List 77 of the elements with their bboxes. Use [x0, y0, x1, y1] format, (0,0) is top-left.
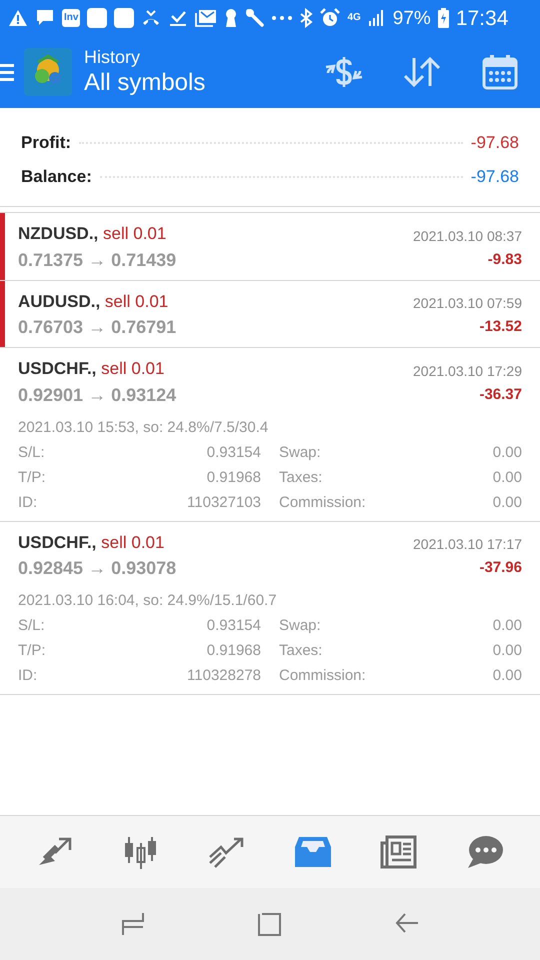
download-done-icon: [168, 9, 188, 27]
detail-label: Swap:: [279, 442, 321, 462]
keyhole-icon: [224, 8, 238, 28]
trade-profit: -13.52: [479, 317, 522, 338]
detail-label: ID:: [18, 492, 38, 512]
newspaper-icon: [379, 835, 419, 869]
network-type-label: 4G: [347, 13, 361, 23]
detail-value: 0.00: [492, 641, 522, 661]
detail-value: 0.00: [492, 492, 522, 512]
detail-label: ID:: [18, 666, 38, 686]
trade-row[interactable]: USDCHF., sell 0.01 2021.03.10 17:17 0.92845 → 0.93078 -37.96 2021.03.10 16:04, so: 24.9%/15.1/60.7 S/L: 0.93154 Swap: 0.00 T/P: 0.91968 Taxes: 0.00 ID: 110328278 Commission: 0.00: [0, 522, 540, 695]
mail-icon: [195, 9, 218, 27]
calendar-button[interactable]: [480, 52, 520, 92]
detail-label: S/L:: [18, 442, 46, 462]
trade-close-time: 2021.03.10 08:37: [413, 226, 522, 246]
trade-row[interactable]: AUDUSD., sell 0.01 2021.03.10 07:59 0.76703 → 0.76791 -13.52: [0, 280, 540, 348]
missed-call-icon: [141, 9, 162, 27]
trade-close-time: 2021.03.10 07:59: [413, 294, 522, 313]
detail-label: T/P:: [18, 641, 47, 661]
detail-value: 0.91968: [206, 641, 261, 661]
inbox-icon: [293, 835, 333, 869]
warning-icon: [8, 9, 28, 27]
detail-label: Taxes:: [279, 468, 322, 488]
detail-value: 110327103: [186, 492, 261, 512]
trade-row[interactable]: NZDUSD., sell 0.01 2021.03.10 08:37 0.71375 → 0.71439 -9.83: [0, 213, 540, 280]
battery-percentage: 97%: [392, 8, 431, 28]
summary-label: Balance:: [21, 166, 92, 188]
summary-value: -97.68: [470, 132, 519, 154]
chat-bubble-icon: [465, 835, 505, 869]
detail-value: 0.00: [492, 442, 522, 462]
alarm-clock-icon: [320, 8, 340, 28]
detail-value: 0.93154: [206, 442, 261, 462]
message-icon: [35, 9, 55, 27]
toolbar-title: All symbols: [84, 68, 206, 98]
trade-title: AUDUSD., sell 0.01: [18, 290, 168, 312]
detail-label: Taxes:: [279, 641, 322, 661]
home-icon[interactable]: [256, 911, 283, 937]
notification-icon: [87, 8, 108, 28]
trade-close-time: 2021.03.10 17:29: [413, 362, 522, 380]
detail-label: S/L:: [18, 616, 46, 636]
trade-open-info: 2021.03.10 15:53, so: 24.8%/7.5/30.4: [18, 418, 270, 438]
detail-value: 0.00: [492, 616, 522, 636]
trade-prices: 0.92901 → 0.93124: [18, 384, 176, 406]
battery-charging-icon: [438, 8, 449, 28]
detail-value: 0.00: [492, 468, 522, 488]
trade-close-time: 2021.03.10 17:17: [413, 535, 522, 554]
trade-title: NZDUSD., sell 0.01: [18, 223, 166, 245]
trade-title: USDCHF., sell 0.01: [18, 358, 164, 380]
detail-label: Commission:: [279, 666, 366, 686]
trade-open-info: 2021.03.10 16:04, so: 24.9%/15.1/60.7: [18, 591, 278, 611]
trade-profit: -37.96: [479, 558, 522, 578]
summary-label: Profit:: [21, 132, 72, 154]
wrench-icon: [245, 8, 266, 28]
detail-value: 0.00: [492, 666, 522, 686]
more-dots-icon: [272, 16, 292, 20]
detail-label: Commission:: [279, 492, 366, 512]
detail-label: T/P:: [18, 468, 47, 488]
clock-time: 17:34: [456, 8, 508, 28]
detail-label: Swap:: [279, 616, 321, 636]
detail-value: 110328278: [186, 666, 261, 686]
detail-value: 0.93154: [206, 616, 261, 636]
trade-prices: 0.71375 → 0.71439: [18, 248, 176, 272]
trade-profit: -9.83: [488, 250, 522, 270]
signal-icon: [368, 9, 386, 27]
trade-profit: -36.37: [479, 384, 522, 405]
summary-value: -97.68: [470, 166, 519, 188]
notification-icon: [114, 8, 134, 28]
trade-row[interactable]: USDCHF., sell 0.01 2021.03.10 17:29 0.92901 → 0.93124 -36.37 2021.03.10 15:53, so: 24.8%/7.5/30.4 S/L: 0.93154 Swap: 0.00 T/P: 0.91968 Taxes: 0.00 ID: 110327103 Commission: 0.00: [0, 348, 540, 522]
bluetooth-icon: [299, 8, 314, 28]
trade-title: USDCHF., sell 0.01: [18, 532, 164, 554]
trade-prices: 0.92845 → 0.93078: [18, 557, 176, 580]
trade-prices: 0.76703 → 0.76791: [18, 316, 176, 339]
detail-value: 0.91968: [206, 468, 261, 488]
app-notification-icon: Inv: [62, 9, 80, 27]
app-logo-icon: [24, 48, 72, 96]
toolbar-subtitle: History: [84, 46, 142, 68]
recent-apps-icon[interactable]: [120, 911, 146, 937]
